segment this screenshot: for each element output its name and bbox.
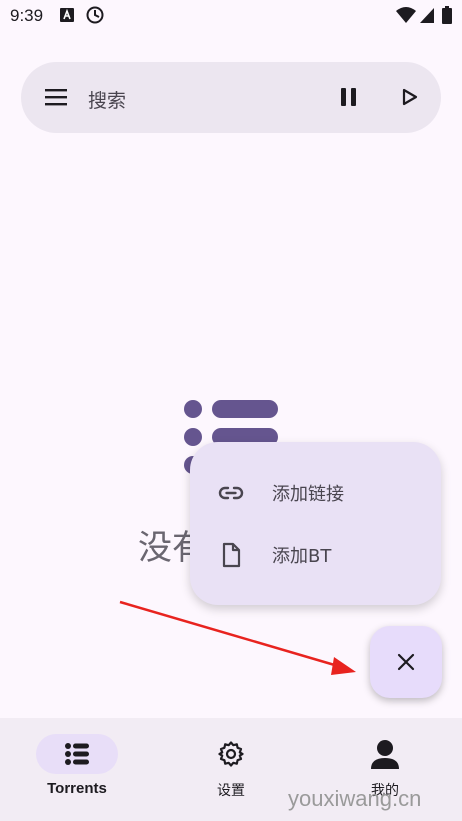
resume-all-icon[interactable] xyxy=(401,87,419,107)
add-menu: 添加链接 添加BT xyxy=(190,442,441,605)
close-icon xyxy=(397,653,415,671)
file-icon xyxy=(222,542,241,568)
battery-icon xyxy=(442,6,452,24)
search-placeholder[interactable]: 搜索 xyxy=(88,86,126,113)
watermark: youxiwang.cn xyxy=(288,786,422,811)
sync-notification-icon xyxy=(86,6,104,24)
add-bt-label: 添加BT xyxy=(272,546,332,567)
nav-item-settings[interactable]: 设置 xyxy=(154,718,308,821)
signal-icon xyxy=(420,8,434,23)
add-link-label: 添加链接 xyxy=(272,484,344,505)
list-icon xyxy=(65,743,89,765)
pause-all-icon[interactable] xyxy=(339,87,359,107)
a-notification-icon xyxy=(60,8,74,22)
menu-icon[interactable] xyxy=(45,88,67,106)
status-time: 9:39 xyxy=(10,6,44,25)
search-bar[interactable]: 搜索 xyxy=(21,62,441,133)
gear-icon xyxy=(218,741,244,767)
link-icon xyxy=(218,486,244,500)
add-link-item[interactable]: 添加链接 xyxy=(190,464,441,520)
person-icon xyxy=(371,740,399,769)
status-bar: 9:39 xyxy=(0,0,462,32)
close-fab-button[interactable] xyxy=(370,626,442,698)
nav-item-torrents[interactable]: Torrents xyxy=(0,718,154,821)
add-bt-item[interactable]: 添加BT xyxy=(190,526,441,582)
empty-state-text: 没有 xyxy=(138,528,198,568)
nav-label-settings: 设置 xyxy=(217,783,245,799)
wifi-icon xyxy=(396,7,416,23)
nav-label-torrents: Torrents xyxy=(47,780,107,797)
